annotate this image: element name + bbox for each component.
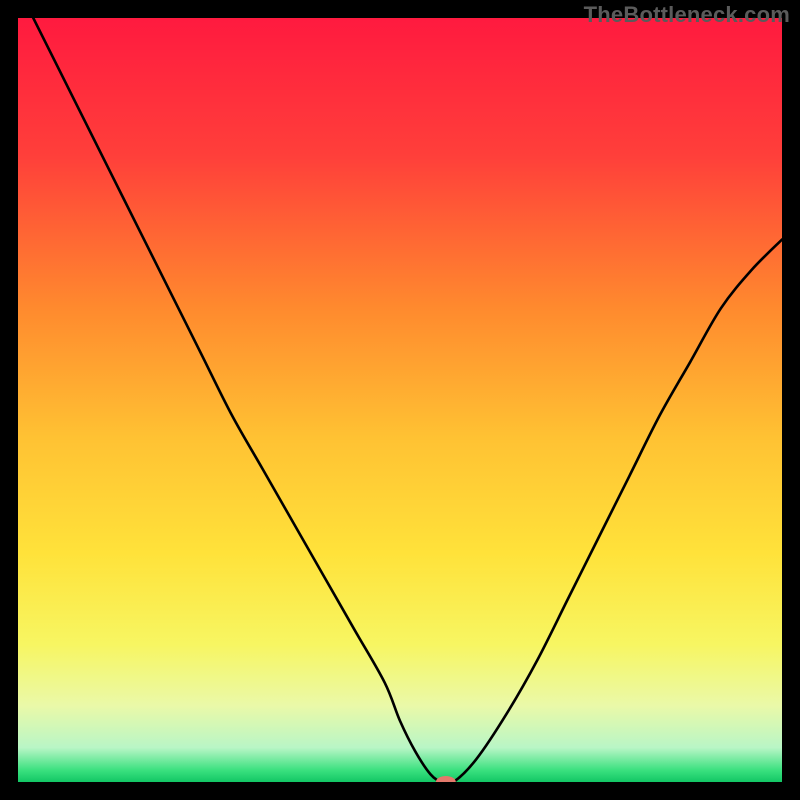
plot-area [18, 18, 782, 782]
chart-stage: TheBottleneck.com [0, 0, 800, 800]
watermark-text: TheBottleneck.com [584, 2, 790, 28]
background-gradient [18, 18, 782, 782]
